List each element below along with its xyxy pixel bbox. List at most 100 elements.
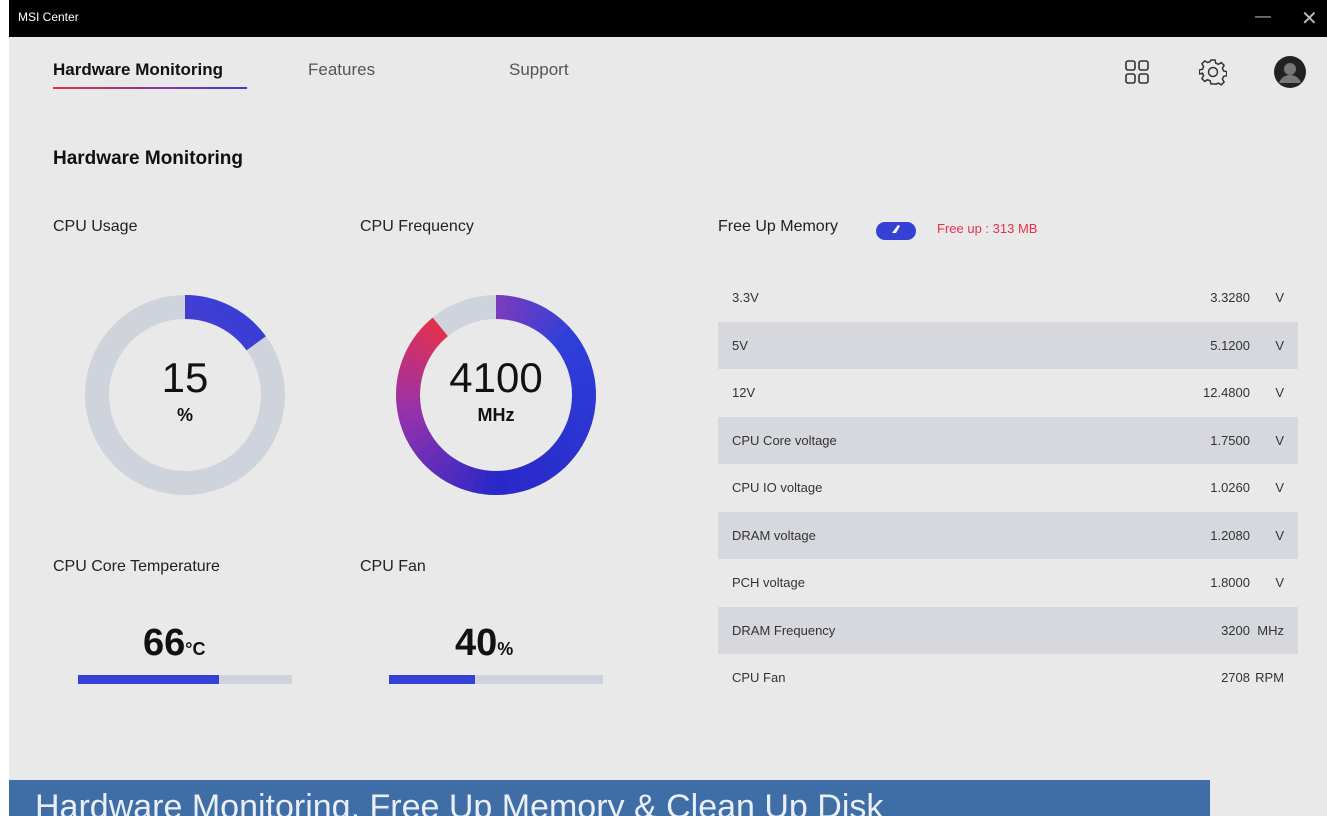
frequency-arc-segment: [503, 468, 519, 495]
frequency-arc-segment: [537, 453, 561, 480]
frequency-arc-segment: [422, 446, 448, 472]
frequency-arc-segment: [403, 424, 431, 445]
cpu-temp-value: 66: [143, 622, 186, 664]
gear-icon[interactable]: [1196, 55, 1230, 89]
cpu-temp-unit: °C: [185, 639, 206, 659]
frequency-arc-segment: [423, 317, 449, 343]
row-unit: RPM: [1255, 670, 1284, 686]
free-memory-status: Free up : 313 MB: [937, 221, 1038, 236]
voltage-table: 3.3V 3.3280 V 5V 5.1200 V 12V 12.4800 V CPU Co…: [718, 274, 1298, 702]
table-row: CPU Core voltage 1.7500 V: [718, 416, 1298, 464]
frequency-arc-segment: [521, 462, 541, 490]
row-name: CPU Core voltage: [732, 432, 837, 448]
row-unit: MHz: [1257, 622, 1284, 638]
frequency-arc-segment: [450, 462, 470, 489]
frequency-arc-segment: [430, 452, 455, 479]
cpu-fan-value: 40: [455, 622, 498, 664]
frequency-arc-segment: [544, 447, 569, 473]
row-unit: V: [1275, 385, 1284, 401]
frequency-arc-segment: [504, 295, 520, 322]
cpu-frequency-label: CPU Frequency: [360, 218, 474, 235]
cpu-fan-readout: 40%: [455, 622, 513, 665]
row-value: 1.7500: [1210, 432, 1250, 448]
cpu-temp-readout: 66°C: [143, 622, 205, 665]
row-name: 3.3V: [732, 290, 759, 306]
row-unit: V: [1275, 575, 1284, 591]
minimize-icon[interactable]: —: [1255, 8, 1271, 26]
cpu-usage-value: 15: [161, 354, 209, 401]
table-row: CPU IO voltage 1.0260 V: [718, 464, 1298, 512]
frequency-arc-segment: [521, 301, 542, 328]
row-value: 1.2080: [1210, 527, 1250, 543]
row-name: 12V: [732, 385, 756, 401]
cpu-usage-label: CPU Usage: [53, 218, 138, 235]
caption-banner: Hardware Monitoring, Free Up Memory & Cl…: [9, 780, 1210, 816]
table-row: 12V 12.4800 V: [718, 369, 1298, 417]
row-unit: V: [1275, 290, 1284, 306]
frequency-arc-segment: [495, 470, 508, 495]
frequency-arc-segment: [512, 466, 530, 493]
row-value: 3.3280: [1210, 290, 1250, 306]
frequency-arc-segment: [529, 305, 552, 332]
row-value: 2708: [1221, 670, 1250, 686]
title-bar: MSI Center — ✕: [9, 0, 1327, 37]
page-title: Hardware Monitoring: [53, 148, 244, 169]
tab-support[interactable]: Support: [509, 60, 569, 80]
grid-apps-icon[interactable]: [1120, 55, 1154, 89]
cpu-frequency-gauge: 4100 MHz: [394, 293, 598, 497]
row-unit: V: [1275, 337, 1284, 353]
table-row: PCH voltage 1.8000 V: [718, 559, 1298, 607]
cpu-fan-bar: [389, 675, 603, 684]
user-avatar-icon[interactable]: [1273, 55, 1307, 89]
frequency-arc-segment: [495, 295, 509, 320]
frequency-arc-segment: [550, 440, 577, 465]
frequency-arc-segment: [529, 458, 551, 485]
row-value: 1.8000: [1210, 575, 1250, 591]
frequency-arc-segment: [415, 439, 441, 464]
row-name: DRAM Frequency: [732, 622, 836, 638]
frequency-arc-segment: [537, 311, 561, 338]
row-name: PCH voltage: [732, 575, 805, 591]
row-name: CPU Fan: [732, 670, 786, 686]
row-value: 5.1200: [1210, 337, 1250, 353]
free-memory-button[interactable]: [876, 222, 916, 240]
close-icon[interactable]: ✕: [1301, 6, 1318, 31]
frequency-arc-segment: [513, 297, 531, 324]
tab-features[interactable]: Features: [308, 60, 375, 80]
frequency-arc-segment: [408, 432, 435, 455]
cpu-fan-unit: %: [497, 639, 514, 659]
frequency-arc-segment: [483, 470, 496, 495]
cpu-temp-bar-fill: [78, 675, 220, 684]
frequency-arc-segment: [416, 325, 442, 350]
frequency-arc-segment: [471, 468, 488, 495]
row-value: 12.4800: [1203, 385, 1250, 401]
frequency-arc-segment: [556, 433, 583, 456]
frequency-arc-segment: [561, 425, 588, 446]
frequency-arc-segment: [556, 335, 583, 358]
row-value: 3200: [1221, 622, 1250, 638]
free-memory-label: Free Up Memory: [718, 218, 839, 235]
cpu-fan-label: CPU Fan: [360, 558, 426, 575]
rocket-icon: [889, 222, 903, 240]
row-unit: V: [1275, 432, 1284, 448]
row-unit: V: [1275, 527, 1284, 543]
cpu-temp-label: CPU Core Temperature: [53, 558, 220, 575]
frequency-arc-segment: [409, 334, 436, 357]
cpu-frequency-value: 4100: [449, 354, 543, 401]
tab-hardware-monitoring[interactable]: Hardware Monitoring: [53, 60, 223, 80]
window-title: MSI Center: [18, 10, 79, 24]
cpu-fan-bar-fill: [389, 675, 475, 684]
table-row: 5V 5.1200 V: [718, 321, 1298, 369]
row-name: 5V: [732, 337, 748, 353]
row-name: CPU IO voltage: [732, 480, 823, 496]
table-row: DRAM Frequency 3200 MHz: [718, 606, 1298, 654]
msi-center-window: MSI Center — ✕ Hardware Monitoring Featu…: [9, 0, 1327, 816]
frequency-arc-segment: [544, 318, 570, 344]
cpu-temp-bar: [78, 675, 292, 684]
table-row: 3.3V 3.3280 V: [718, 274, 1298, 322]
frequency-arc-segment: [460, 466, 479, 493]
frequency-arc-segment: [551, 326, 577, 351]
table-row: CPU Fan 2708 RPM: [718, 654, 1298, 702]
cpu-usage-gauge: 15 %: [83, 293, 287, 497]
cpu-frequency-unit: MHz: [477, 405, 515, 425]
